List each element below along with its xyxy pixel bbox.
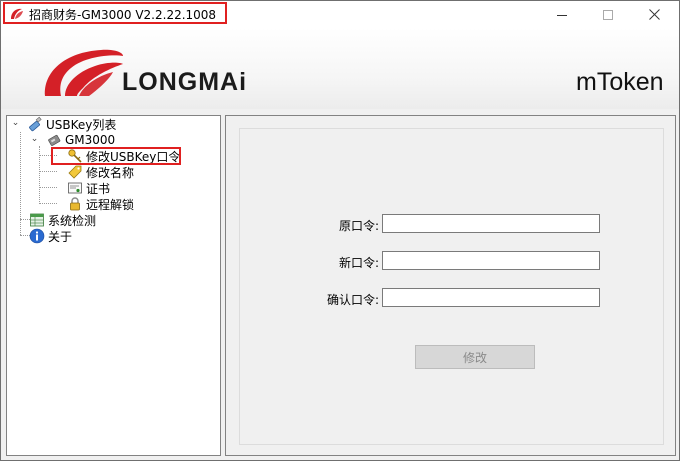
title-bar[interactable]: 招商财务-GM3000 V2.2.22.1008 xyxy=(1,1,679,28)
app-window: 招商财务-GM3000 V2.2.22.1008 LONGMAi mToken … xyxy=(0,0,680,461)
longmai-logo-icon xyxy=(41,46,125,102)
tree-item-label: 关于 xyxy=(48,229,73,244)
info-icon xyxy=(29,228,45,244)
tree-item-system-check[interactable]: 系统检测 xyxy=(29,212,96,228)
certificate-icon xyxy=(67,180,83,196)
usb-key-icon xyxy=(27,116,43,132)
confirm-password-label: 确认口令: xyxy=(326,293,379,307)
password-form: 原口令: 新口令: 确认口令: 修改 xyxy=(239,128,664,445)
close-icon xyxy=(648,9,660,20)
new-password-input[interactable] xyxy=(382,251,600,270)
device-icon xyxy=(46,132,62,148)
tree-item-label: 系统检测 xyxy=(48,213,97,228)
tree-item-certificate[interactable]: 证书 xyxy=(67,180,110,196)
tree-item-usbkey-list[interactable]: USBKey列表 xyxy=(27,116,116,132)
tree-item-label: 修改名称 xyxy=(86,165,135,180)
tree-connector xyxy=(39,203,57,204)
lock-icon xyxy=(67,196,83,212)
product-logo-text: mToken xyxy=(576,68,664,96)
new-password-label: 新口令: xyxy=(338,256,379,270)
tree-item-remote-unlock[interactable]: 远程解锁 xyxy=(67,196,134,212)
function-tree[interactable]: ⌄ USBKey列表 ⌄ GM3000 修改USBKey口令 修改名称 证书 远… xyxy=(6,115,221,456)
title-highlight: 招商财务-GM3000 V2.2.22.1008 xyxy=(3,2,227,24)
maximize-icon xyxy=(603,9,613,20)
tree-item-rename[interactable]: 修改名称 xyxy=(67,164,134,180)
selected-item-highlight xyxy=(51,147,181,165)
tree-item-label: GM3000 xyxy=(65,133,116,147)
content-panel: 原口令: 新口令: 确认口令: 修改 xyxy=(225,115,676,456)
collapse-icon[interactable]: ⌄ xyxy=(30,135,39,144)
tree-item-device[interactable]: GM3000 xyxy=(46,132,115,148)
old-password-label: 原口令: xyxy=(338,219,379,233)
tag-icon xyxy=(67,164,83,180)
collapse-icon[interactable]: ⌄ xyxy=(11,119,20,128)
tree-item-label: 证书 xyxy=(86,181,111,196)
confirm-password-input[interactable] xyxy=(382,288,600,307)
minimize-icon xyxy=(557,10,567,20)
tree-connector xyxy=(39,187,57,188)
tree-item-label: 远程解锁 xyxy=(86,197,135,212)
minimize-button[interactable] xyxy=(539,1,585,28)
brand-logo-text: LONGMAi xyxy=(122,68,248,96)
tree-item-about[interactable]: 关于 xyxy=(29,228,72,244)
tree-connector xyxy=(39,171,57,172)
close-button[interactable] xyxy=(631,1,677,28)
table-icon xyxy=(29,212,45,228)
maximize-button[interactable] xyxy=(585,1,631,28)
tree-item-label: USBKey列表 xyxy=(46,117,117,132)
header-banner: LONGMAi mToken xyxy=(1,28,679,109)
app-logo-icon xyxy=(9,7,24,21)
old-password-input[interactable] xyxy=(382,214,600,233)
window-title: 招商财务-GM3000 V2.2.22.1008 xyxy=(29,8,217,22)
modify-button[interactable]: 修改 xyxy=(415,345,535,369)
